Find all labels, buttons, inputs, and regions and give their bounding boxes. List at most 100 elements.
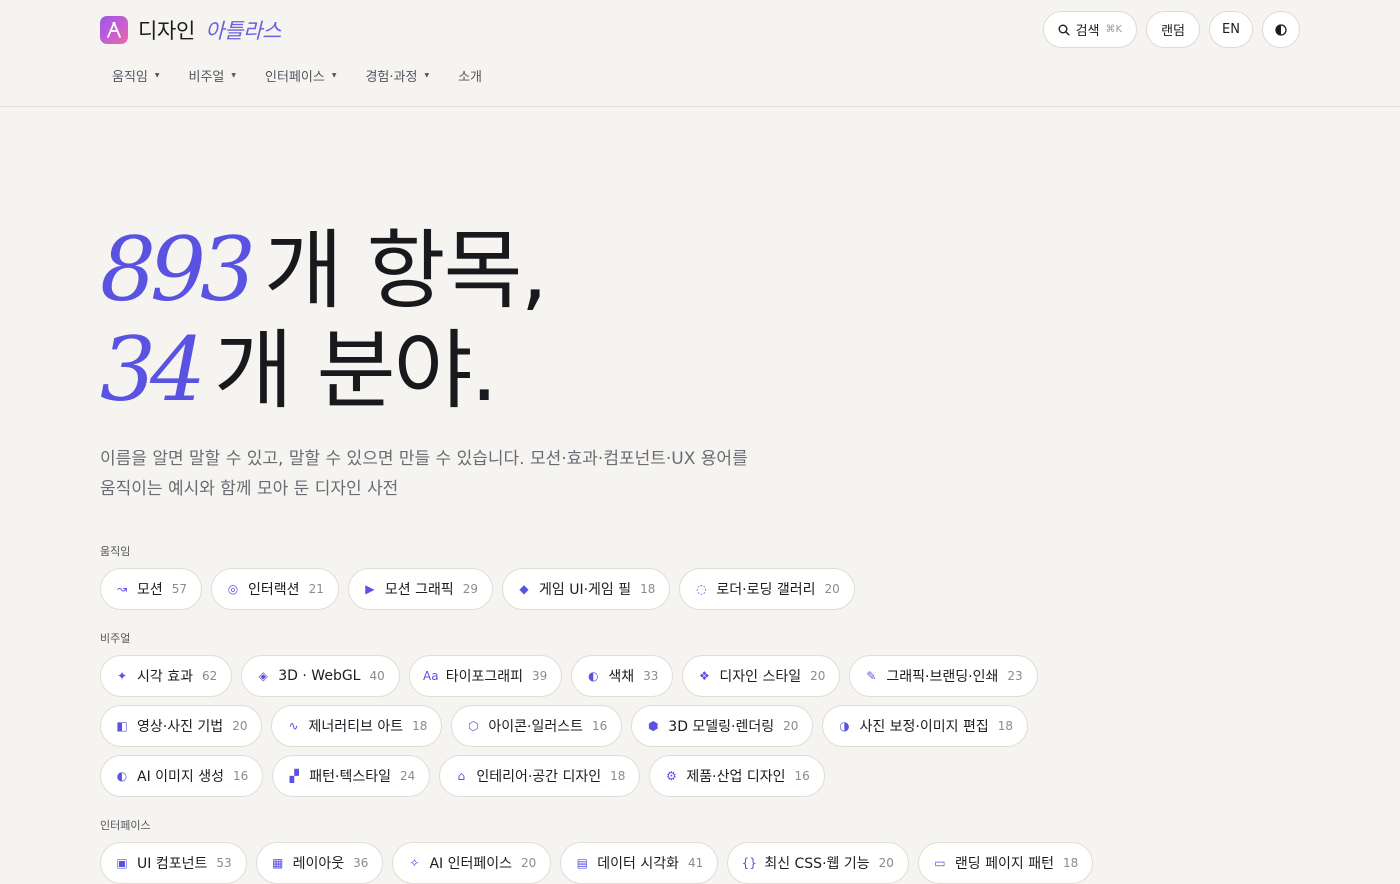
- logo-icon: [100, 16, 128, 44]
- wave-icon: ∿: [288, 719, 299, 733]
- gear-icon: ⚙: [666, 769, 677, 783]
- chip-count: 16: [592, 719, 608, 733]
- category-chip[interactable]: ◌ 로더·로딩 갤러리 20: [679, 568, 855, 610]
- chip-label: 3D · WebGL: [278, 668, 361, 684]
- loader-ring-icon: ◌: [696, 582, 707, 596]
- chip-count: 41: [688, 856, 704, 870]
- chip-count: 20: [878, 856, 894, 870]
- nav-item-interface[interactable]: 인터페이스 ▼: [265, 66, 336, 85]
- chip-label: 아이콘·일러스트: [488, 719, 583, 735]
- category-chip[interactable]: ✦ 시각 효과 62: [100, 655, 233, 697]
- category-chip[interactable]: ▭ 랜딩 페이지 패턴 18: [917, 842, 1094, 884]
- chip-row: ◐ AI 이미지 생성 16 ▞ 패턴·텍스타일 24 ⌂ 인테리어·공간 디자인 18 ⚙ 제품·…: [100, 755, 825, 797]
- chip-count: 33: [643, 669, 659, 683]
- category-chip[interactable]: ✧ AI 인터페이스 20: [392, 842, 552, 884]
- chip-label: 사진 보정·이미지 편집: [859, 719, 989, 735]
- category-chip[interactable]: ✎ 그래픽·브랜딩·인쇄 23: [849, 655, 1038, 697]
- nav-item-about[interactable]: 소개: [458, 66, 482, 85]
- chip-label: 타이포그래피: [445, 669, 524, 685]
- chip-label: 시각 효과: [137, 669, 193, 685]
- nav-item-label: 인터페이스: [265, 70, 325, 85]
- category-chip[interactable]: ⬡ 아이콘·일러스트 16: [451, 705, 623, 747]
- chip-label: 그래픽·브랜딩·인쇄: [886, 669, 999, 685]
- language-label: EN: [1222, 22, 1240, 37]
- search-icon: [1058, 24, 1070, 36]
- category-chip[interactable]: ▤ 데이터 시각화 41: [560, 842, 719, 884]
- chip-row: ▣ UI 컴포넌트 53 ▦ 레이아웃 36 ✧ AI 인터페이스 20 ▤ 데이터 시각화 41 {}…: [100, 842, 1094, 884]
- site-header: 디자인 아틀라스 검색 ⌘K 랜덤 EN 움직임 ▼ 비주얼 ▼ 인터페이스 ▼…: [0, 0, 1400, 107]
- random-button[interactable]: 랜덤: [1146, 11, 1200, 48]
- category-chip[interactable]: ⚙ 제품·산업 디자인 16: [649, 755, 825, 797]
- category-chip[interactable]: ∿ 제너러티브 아트 18: [271, 705, 443, 747]
- chip-label: 레이아웃: [292, 856, 345, 872]
- chip-label: AI 인터페이스: [429, 856, 513, 872]
- chip-label: 패턴·텍스타일: [309, 769, 392, 785]
- category-chip[interactable]: ⬢ 3D 모델링·렌더링 20: [631, 705, 814, 747]
- chip-count: 20: [521, 856, 537, 870]
- chip-count: 23: [1007, 669, 1023, 683]
- category-chip[interactable]: ◧ 영상·사진 기법 20: [100, 705, 263, 747]
- chip-label: 모션: [137, 582, 163, 598]
- category-chip[interactable]: ▶ 모션 그래픽 29: [347, 568, 493, 610]
- chip-count: 53: [216, 856, 232, 870]
- theme-toggle-button[interactable]: [1262, 11, 1300, 48]
- chip-count: 18: [412, 719, 428, 733]
- category-chip[interactable]: ◑ 사진 보정·이미지 편집 18: [822, 705, 1028, 747]
- category-chip[interactable]: ▞ 패턴·텍스타일 24: [272, 755, 431, 797]
- cube-diamond-icon: ◈: [258, 669, 268, 683]
- category-chip[interactable]: ◈ 3D · WebGL 40: [241, 655, 400, 697]
- chip-row: ↝ 모션 57 ◎ 인터랙션 21 ▶ 모션 그래픽 29 ◆ 게임 UI·게임 필 18 ◌ 로더·로딩…: [100, 568, 855, 610]
- top-actions: 검색 ⌘K 랜덤 EN: [1042, 11, 1300, 48]
- hexagon-filled-icon: ⬢: [648, 719, 659, 733]
- component-square-icon: ▣: [116, 856, 128, 870]
- pencil-icon: ✎: [866, 669, 877, 683]
- category-chip[interactable]: ❖ 디자인 스타일 20: [682, 655, 841, 697]
- sparkle-icon: ✦: [116, 669, 128, 683]
- half-circle-icon: ◐: [588, 669, 599, 683]
- chip-label: 영상·사진 기법: [137, 719, 224, 735]
- chip-label: 인터랙션: [248, 582, 300, 598]
- section-label: 인터페이스: [100, 819, 151, 832]
- chip-count: 18: [997, 719, 1013, 733]
- caret-down-icon: ▼: [154, 72, 160, 79]
- category-chip[interactable]: ▣ UI 컴포넌트 53: [100, 842, 247, 884]
- nav-item-label: 경험·과정: [365, 70, 418, 85]
- category-chip[interactable]: Aa 타이포그래피 39: [408, 655, 563, 697]
- nav-item-experience[interactable]: 경험·과정 ▼: [365, 66, 429, 85]
- chip-label: AI 이미지 생성: [137, 769, 225, 785]
- search-label: 검색: [1075, 24, 1100, 39]
- category-chip[interactable]: ↝ 모션 57: [100, 568, 203, 610]
- category-chip[interactable]: {} 최신 CSS·웹 기능 20: [727, 842, 909, 884]
- nav-item-label: 비주얼: [188, 70, 225, 85]
- category-chip[interactable]: ◐ AI 이미지 생성 16: [100, 755, 264, 797]
- chip-label: 제너러티브 아트: [308, 719, 404, 735]
- nav-item-motion[interactable]: 움직임 ▼: [112, 66, 160, 85]
- chip-count: 20: [824, 582, 840, 596]
- chip-count: 36: [353, 856, 369, 870]
- category-chip[interactable]: ◆ 게임 UI·게임 필 18: [502, 568, 671, 610]
- hero-subtitle: 이름을 알면 말할 수 있고, 말할 수 있으면 만들 수 있습니다. 모션·효…: [100, 449, 748, 499]
- chip-label: 인테리어·공간 디자인: [476, 769, 602, 785]
- category-chip[interactable]: ▦ 레이아웃 36: [255, 842, 384, 884]
- chip-label: 3D 모델링·렌더링: [668, 719, 775, 735]
- grid-icon: ▦: [271, 856, 284, 870]
- brand[interactable]: 디자인 아틀라스: [100, 14, 281, 46]
- chip-count: 18: [640, 582, 656, 596]
- caret-down-icon: ▼: [424, 72, 430, 79]
- hexagon-outline-icon: ⬡: [468, 719, 479, 733]
- nav-item-visual[interactable]: 비주얼 ▼: [189, 66, 237, 85]
- chip-label: 디자인 스타일: [719, 669, 802, 685]
- chip-label: 데이터 시각화: [597, 856, 680, 872]
- typography-icon: Aa: [422, 669, 439, 683]
- brand-name: 디자인: [138, 19, 196, 43]
- search-button[interactable]: 검색 ⌘K: [1042, 11, 1138, 48]
- category-chip[interactable]: ◐ 색채 33: [571, 655, 674, 697]
- language-button[interactable]: EN: [1209, 11, 1253, 48]
- category-chip[interactable]: ⌂ 인테리어·공간 디자인 18: [439, 755, 641, 797]
- play-triangle-icon: ▶: [365, 582, 375, 596]
- landing-rect-icon: ▭: [934, 856, 946, 870]
- category-chip[interactable]: ◎ 인터랙션 21: [211, 568, 339, 610]
- pattern-blocks-icon: ▞: [289, 769, 299, 783]
- chip-count: 40: [369, 669, 385, 683]
- chip-count: 24: [400, 769, 416, 783]
